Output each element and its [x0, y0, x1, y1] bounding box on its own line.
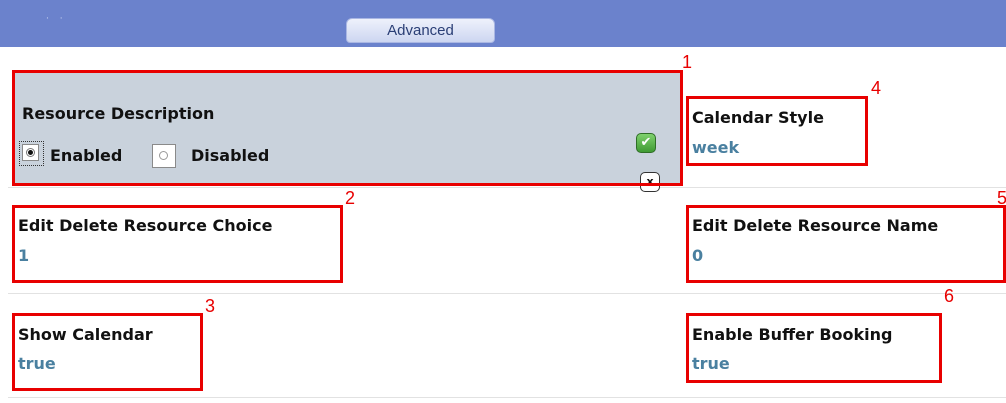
callout-number: 5 [997, 188, 1006, 208]
row-divider [8, 397, 1006, 398]
highlight-box-1 [12, 70, 683, 186]
callout-number: 3 [205, 296, 216, 316]
highlight-box-5 [686, 205, 1006, 283]
highlight-box-3 [12, 313, 203, 391]
header-bar: · · Advanced [0, 0, 1006, 47]
callout-number: 4 [871, 78, 882, 98]
callout-number: 6 [944, 286, 955, 306]
header-decoration: · · [46, 14, 67, 24]
callout-number: 1 [682, 52, 693, 72]
tab-advanced[interactable]: Advanced [346, 18, 495, 43]
highlight-box-2 [12, 205, 343, 283]
row-divider [8, 187, 1006, 188]
callout-number: 2 [345, 188, 356, 208]
row-divider [8, 293, 1006, 294]
highlight-box-4 [686, 96, 868, 166]
highlight-box-6 [686, 313, 942, 383]
